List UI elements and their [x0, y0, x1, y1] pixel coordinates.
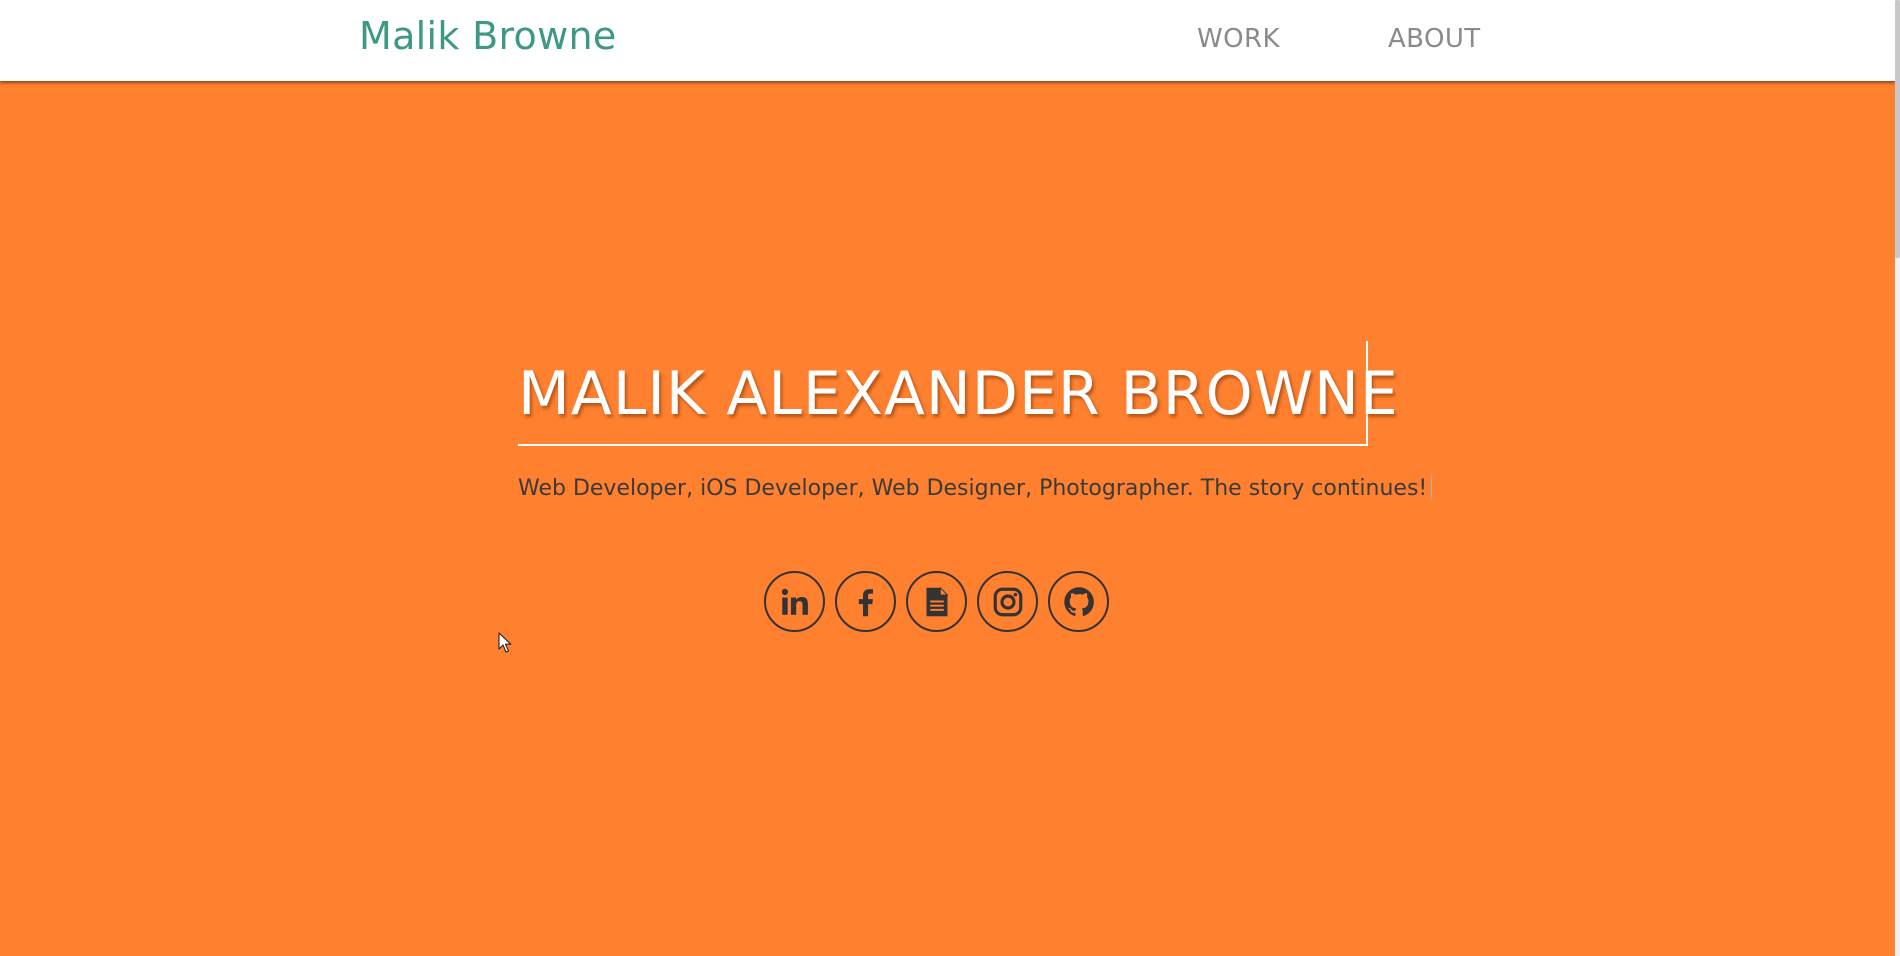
mouse-cursor-icon	[498, 632, 512, 653]
facebook-icon	[858, 588, 873, 616]
hero-section	[0, 81, 1895, 956]
linkedin-icon	[781, 588, 808, 615]
scrollbar-thumb[interactable]	[1895, 0, 1900, 258]
linkedin-button[interactable]	[764, 571, 825, 632]
social-links	[764, 571, 1109, 632]
typing-caret	[1431, 475, 1433, 499]
top-navbar: Malik Browne WORK ABOUT	[0, 0, 1895, 81]
page-scrollbar[interactable]	[1895, 0, 1900, 956]
nav-link-work[interactable]: WORK	[1197, 24, 1280, 54]
instagram-button[interactable]	[977, 571, 1038, 632]
hero-title: MALIK ALEXANDER BROWNE	[518, 359, 1399, 429]
facebook-button[interactable]	[835, 571, 896, 632]
github-icon	[1063, 586, 1094, 616]
resume-button[interactable]	[906, 571, 967, 632]
brand-logo-link[interactable]: Malik Browne	[359, 14, 617, 58]
nav-link-about[interactable]: ABOUT	[1388, 24, 1481, 54]
hero-subtitle: Web Developer, iOS Developer, Web Design…	[518, 475, 1433, 501]
instagram-icon	[993, 587, 1022, 616]
resume-document-icon	[926, 586, 949, 616]
hero-title-box: MALIK ALEXANDER BROWNE	[518, 341, 1399, 446]
github-button[interactable]	[1048, 571, 1109, 632]
hero-subtitle-text: Web Developer, iOS Developer, Web Design…	[518, 476, 1428, 501]
